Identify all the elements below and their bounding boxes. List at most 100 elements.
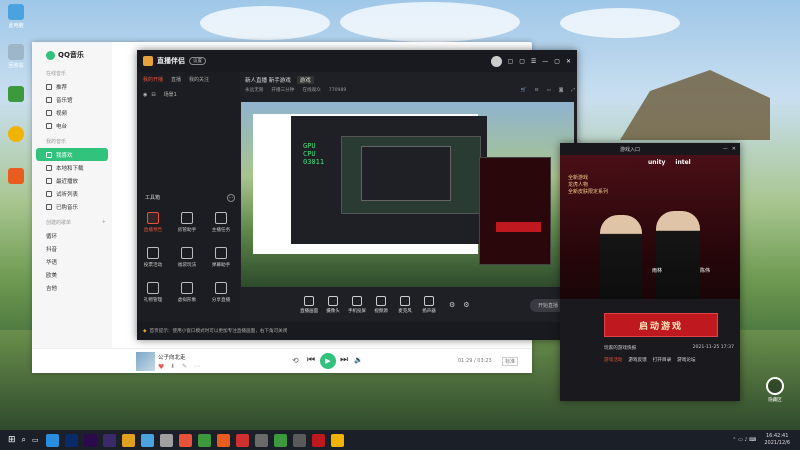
taskbar-app-icon[interactable] bbox=[121, 433, 135, 447]
floating-widget[interactable]: 隐藏区 bbox=[760, 377, 790, 407]
sidebar-item-local[interactable]: 本地和下载 bbox=[32, 161, 112, 174]
tool-preview[interactable]: 直播预告 bbox=[141, 212, 165, 233]
close-icon[interactable]: ✕ bbox=[566, 58, 571, 65]
link-forum[interactable]: 游戏论坛 bbox=[677, 357, 695, 363]
repeat-icon[interactable]: ⟲ bbox=[292, 356, 299, 365]
maximize-icon[interactable]: ▢ bbox=[554, 58, 560, 65]
btn-camera[interactable]: 摄像头 bbox=[321, 296, 345, 314]
taskbar-app-icon[interactable] bbox=[64, 433, 78, 447]
playlist-item[interactable]: 华语 bbox=[32, 255, 112, 268]
album-cover[interactable] bbox=[136, 352, 155, 371]
desktop-icon-app-3[interactable] bbox=[4, 168, 28, 198]
sidebar-item-purchased[interactable]: 已购音乐 bbox=[32, 200, 112, 213]
taskbar-app-icon[interactable] bbox=[254, 433, 268, 447]
tool-avatar[interactable]: 虚拟形象 bbox=[175, 282, 199, 303]
tool-lucky[interactable]: 福袋玩法 bbox=[175, 247, 199, 268]
sidebar-item-video[interactable]: 视频 bbox=[32, 106, 112, 119]
taskbar-app-icon[interactable] bbox=[273, 433, 287, 447]
link-activity[interactable]: 游戏活动 bbox=[604, 357, 622, 363]
playlist-item[interactable]: 吉他 bbox=[32, 281, 112, 294]
like-icon[interactable]: ♥ bbox=[158, 363, 164, 371]
download-icon[interactable]: ⬇ bbox=[170, 363, 175, 370]
news-row[interactable]: 玩家的游戏快报 2021-11-25 17:37 bbox=[604, 345, 734, 351]
quality-badge[interactable]: 标准 bbox=[502, 357, 519, 366]
message-icon[interactable]: ▢ bbox=[508, 58, 514, 65]
clock[interactable]: 16:42:41 2021/12/6 bbox=[764, 433, 790, 447]
sidebar-item-liked[interactable]: 我喜欢 bbox=[36, 148, 108, 161]
playlist-item[interactable]: 循环 bbox=[32, 229, 112, 242]
btn-mic[interactable]: 麦克风 bbox=[393, 296, 417, 314]
comment-icon[interactable]: ✎ bbox=[182, 363, 187, 370]
taskbar-app-icon[interactable] bbox=[216, 433, 230, 447]
search-icon[interactable]: ⌕ bbox=[22, 435, 26, 445]
scene-row[interactable]: ◉ ⊟ 场景1 bbox=[137, 87, 240, 102]
task-view-icon[interactable]: ▭ bbox=[32, 436, 39, 444]
tray-icons[interactable]: ⌃ ▭ ♪ ⌨ bbox=[732, 437, 756, 443]
sidebar-item-library[interactable]: 音乐馆 bbox=[32, 93, 112, 106]
minimize-icon[interactable]: — bbox=[723, 146, 728, 152]
tool-gift[interactable]: 礼物管理 bbox=[141, 282, 165, 303]
link-open-folder[interactable]: 打开目录 bbox=[653, 357, 671, 363]
sidebar-item-trial[interactable]: 试听列表 bbox=[32, 187, 112, 200]
tool-task[interactable]: 主播任务 bbox=[209, 212, 233, 233]
playlist-item[interactable]: 欧美 bbox=[32, 268, 112, 281]
taskbar-app-icon[interactable] bbox=[235, 433, 249, 447]
add-playlist-button[interactable]: + bbox=[102, 219, 106, 229]
playlist-item[interactable]: 抖音 bbox=[32, 242, 112, 255]
desktop-icon-app-2[interactable] bbox=[4, 126, 28, 156]
tab-follow[interactable]: 我的关注 bbox=[189, 76, 209, 83]
tab-live[interactable]: 直播 bbox=[171, 76, 181, 83]
sliders-icon[interactable]: ⚙ bbox=[449, 301, 455, 309]
taskbar-app-icon[interactable] bbox=[330, 433, 344, 447]
start-game-button[interactable]: 启动游戏 bbox=[604, 313, 718, 337]
taskbar-app-icon[interactable] bbox=[102, 433, 116, 447]
taskbar-app-icon[interactable] bbox=[140, 433, 154, 447]
tool-manager[interactable]: 房管助手 bbox=[175, 212, 199, 233]
lock-icon[interactable]: ⊟ bbox=[535, 88, 539, 93]
settings-badge[interactable]: 设置 bbox=[189, 57, 206, 65]
taskbar-app-icon[interactable] bbox=[83, 433, 97, 447]
taskbar-app-icon[interactable] bbox=[45, 433, 59, 447]
desktop-icon-app-1[interactable] bbox=[4, 86, 28, 116]
link-feedback[interactable]: 游戏反馈 bbox=[628, 357, 646, 363]
screen-icon[interactable]: ▭ bbox=[547, 88, 551, 93]
sidebar-item-radio[interactable]: 电台 bbox=[32, 119, 112, 132]
stream-preview[interactable]: GPU CPU 03011 bbox=[241, 102, 574, 287]
settings-icon[interactable]: ☰ bbox=[531, 58, 536, 65]
cart-icon[interactable]: 🛒 bbox=[521, 88, 527, 93]
minimize-icon[interactable]: — bbox=[542, 58, 548, 65]
desktop-icon-recycle[interactable]: 回收站 bbox=[4, 44, 28, 74]
stream-category[interactable]: 游戏 bbox=[296, 76, 314, 84]
btn-screen[interactable]: 直播画面 bbox=[297, 296, 321, 314]
volume-icon[interactable]: 🔉 bbox=[354, 356, 363, 364]
more-icon[interactable]: ⋯ bbox=[194, 363, 200, 370]
btn-speaker[interactable]: 扬声器 bbox=[417, 296, 441, 314]
windows-start-icon[interactable]: ⊞ bbox=[8, 435, 16, 445]
stream-title[interactable]: 新人直播 新手游戏 bbox=[245, 76, 291, 84]
qqmusic-brand[interactable]: QQ音乐 bbox=[32, 42, 112, 64]
play-button[interactable]: ▶ bbox=[320, 353, 336, 369]
btn-phone[interactable]: 手机投屏 bbox=[345, 296, 369, 314]
taskbar-app-icon[interactable] bbox=[311, 433, 325, 447]
gear-icon[interactable]: ⚙ bbox=[463, 301, 469, 309]
taskbar-app-icon[interactable] bbox=[159, 433, 173, 447]
tab-my-live[interactable]: 我的开播 bbox=[143, 76, 163, 83]
desktop-icon-computer[interactable]: 此电脑 bbox=[4, 4, 28, 34]
camera-icon[interactable]: ◙ bbox=[559, 88, 563, 93]
taskbar-app-icon[interactable] bbox=[292, 433, 306, 447]
close-icon[interactable]: ✕ bbox=[732, 146, 736, 152]
tool-vote[interactable]: 投票活动 bbox=[141, 247, 165, 268]
next-icon[interactable]: ⏭ bbox=[340, 355, 348, 365]
more-icon[interactable]: ⋯ bbox=[227, 194, 235, 202]
taskbar-app-icon[interactable] bbox=[178, 433, 192, 447]
song-title[interactable]: 公子向北走 bbox=[158, 353, 186, 361]
tool-share[interactable]: 分享直播 bbox=[209, 282, 233, 303]
share-icon[interactable]: ▢ bbox=[519, 58, 525, 65]
expand-icon[interactable]: ⤢ bbox=[571, 87, 575, 93]
sidebar-item-recommend[interactable]: 推荐 bbox=[32, 80, 112, 93]
tool-danmaku[interactable]: 弹幕助手 bbox=[209, 247, 233, 268]
sidebar-item-recent[interactable]: 最近播放 bbox=[32, 174, 112, 187]
taskbar-app-icon[interactable] bbox=[197, 433, 211, 447]
avatar[interactable] bbox=[490, 55, 502, 67]
prev-icon[interactable]: ⏮ bbox=[307, 355, 315, 365]
